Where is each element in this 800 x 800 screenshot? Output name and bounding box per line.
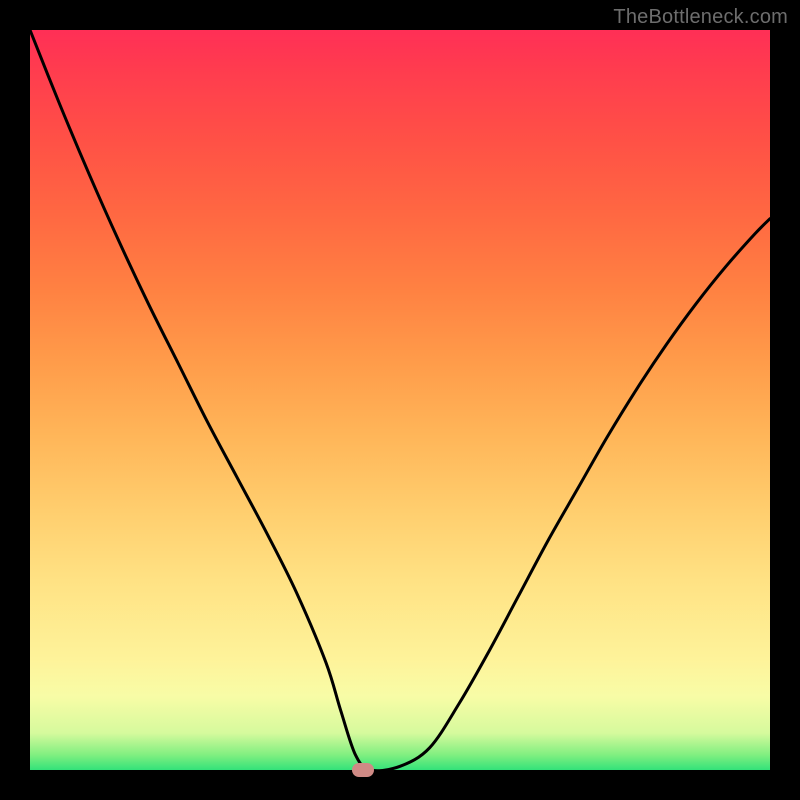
chart-frame: TheBottleneck.com	[0, 0, 800, 800]
watermark-text: TheBottleneck.com	[613, 6, 788, 29]
plot-area	[30, 30, 770, 770]
minimum-marker	[352, 763, 374, 777]
bottleneck-curve	[30, 30, 770, 770]
